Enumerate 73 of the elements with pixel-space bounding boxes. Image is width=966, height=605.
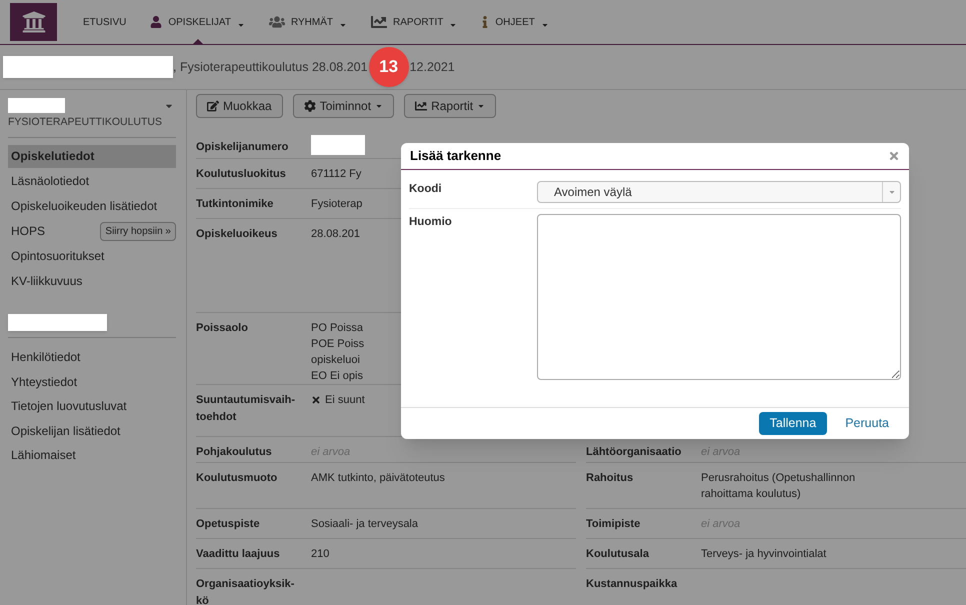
redaction-bar [8,98,65,113]
sidebar-item[interactable]: Henkilötiedot [8,344,176,370]
nav-item[interactable]: OHJEET [481,0,549,44]
toolbar-button[interactable]: Raportit [404,94,496,118]
field-value: 210 [311,547,330,562]
field-value: AMK tutkinto, päivätoteutus [311,471,445,486]
field-value: Perusrahoitus (Opetushallinnon [701,471,856,486]
logo[interactable] [10,3,57,41]
field-label: Opetuspiste [196,517,261,532]
cancel-link[interactable]: Peruuta [845,414,889,433]
field-label: Koulutusluokitus [196,167,287,182]
field-label: Toimipiste [586,517,642,532]
user-icon [150,16,162,28]
edit-icon [207,100,219,112]
field-value: Terveys- ja hyvinvointialat [701,547,826,562]
program-name: FYSIOTERAPEUTTIKOULUTUS [8,115,176,138]
users-icon [268,14,285,30]
count-badge: 13 [368,47,409,87]
caret-icon [888,188,896,196]
sidebar-item[interactable]: HOPS [8,220,48,243]
sidebar-item[interactable]: Läsnäolotiedot [8,170,92,193]
field-label: Pohjakoulutus [196,445,273,460]
field-label: Poissaolo [196,321,249,336]
sidebar-item[interactable]: Tietojen luovutusluvat [8,394,176,418]
field-label: Tutkintonimike [196,197,274,212]
field-label: Koulutusmuoto [196,471,278,486]
note-field[interactable] [537,214,901,380]
sidebar-item[interactable]: Opintosuoritukset [8,244,108,268]
field-label: Koodi [409,182,443,197]
field-label: Opiskelijanumero [196,140,290,155]
nav-item[interactable]: RAPORTIT [371,0,458,44]
dialog-title: Lisää tarkenne [410,147,502,166]
sidebar-item[interactable]: Opiskeluoikeuden lisätiedot [8,194,160,218]
page-title: , Fysioterapeuttikoulutus 28.08.201 [173,58,368,76]
field-value: POE Poiss [311,337,364,352]
settings-icon [304,100,316,112]
bank-icon [22,10,46,34]
nav-item[interactable]: ETUSIVU [83,0,126,44]
page-title: 12.2021 [410,58,455,76]
field-label: Organisaatioyksik-kö [196,577,296,605]
field-value: opiskeluoi [311,353,360,368]
field-label: Lähtöorganisaatio [586,445,682,460]
field-label: Koulutusala [586,547,650,562]
field-value: PO Poissa [311,321,363,336]
nav-item[interactable]: RYHMÄT [268,0,348,44]
field-value: Sosiaali- ja terveysala [311,517,418,532]
sidebar-item[interactable]: KV-liikkuvuus [8,270,86,293]
field-value: 671112 Fy [311,167,362,182]
field-label: Kustannuspaikka [586,577,678,592]
line-chart-icon [371,14,388,30]
field-value: Ei suunt [325,393,365,408]
code-select[interactable]: Avoimen väylä [537,181,901,203]
save-button[interactable]: Tallenna [758,412,828,435]
line-chart-icon [415,100,428,112]
field-label: Huomio [409,215,453,230]
field-label: Rahoitus [586,471,634,486]
field-label: Opiskeluoikeus [196,227,278,242]
go-to-hops-button[interactable]: Siirry hopsiin » [100,222,176,241]
toolbar-button[interactable]: Toiminnot [292,94,394,118]
nav-item[interactable]: OPISKELIJAT [150,0,245,44]
field-value: EO Ei opis [311,369,363,384]
info-icon [481,16,490,28]
close-icon[interactable] [888,150,900,162]
field-value: Fysioterap [311,197,362,212]
field-value: rahoittama koulutus) [701,487,801,502]
sidebar-item[interactable]: Opiskelutiedot [8,144,176,168]
field-value: 28.08.201 [311,227,360,242]
sidebar-item[interactable]: Yhteystiedot [8,369,176,394]
sidebar-item[interactable]: Lähiomaiset [8,442,176,468]
field-label: Suuntautumisvaih-toehdot [196,393,296,425]
sidebar-item[interactable]: Opiskelijan lisätiedot [8,418,176,443]
field-label: Vaadittu laajuus [196,547,281,562]
toolbar-button[interactable]: Muokkaa [196,94,283,118]
